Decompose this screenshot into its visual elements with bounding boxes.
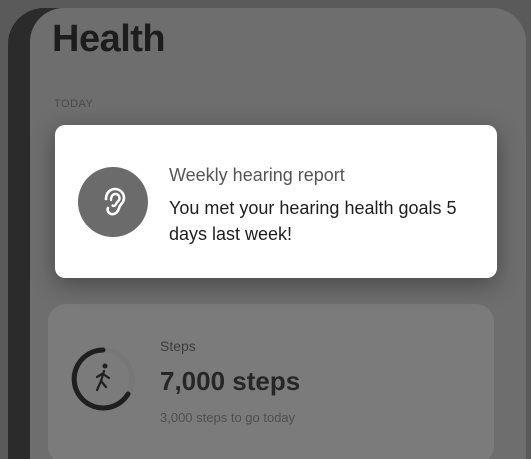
page-title: Health (52, 18, 166, 60)
steps-card-value: 7,000 steps (160, 366, 301, 396)
notification-title: Weekly hearing report (169, 165, 345, 185)
steps-progress-ring (71, 347, 135, 411)
steps-card-title: Steps (160, 338, 196, 354)
hearing-report-notification[interactable]: Weekly hearing report You met your heari… (55, 125, 497, 278)
walking-person-icon (95, 363, 111, 392)
steps-card-subtitle: 3,000 steps to go today (160, 410, 296, 425)
section-label-today: TODAY (54, 98, 94, 110)
notification-body: You met your hearing health goals 5 days… (169, 198, 457, 244)
ear-icon (78, 167, 148, 237)
